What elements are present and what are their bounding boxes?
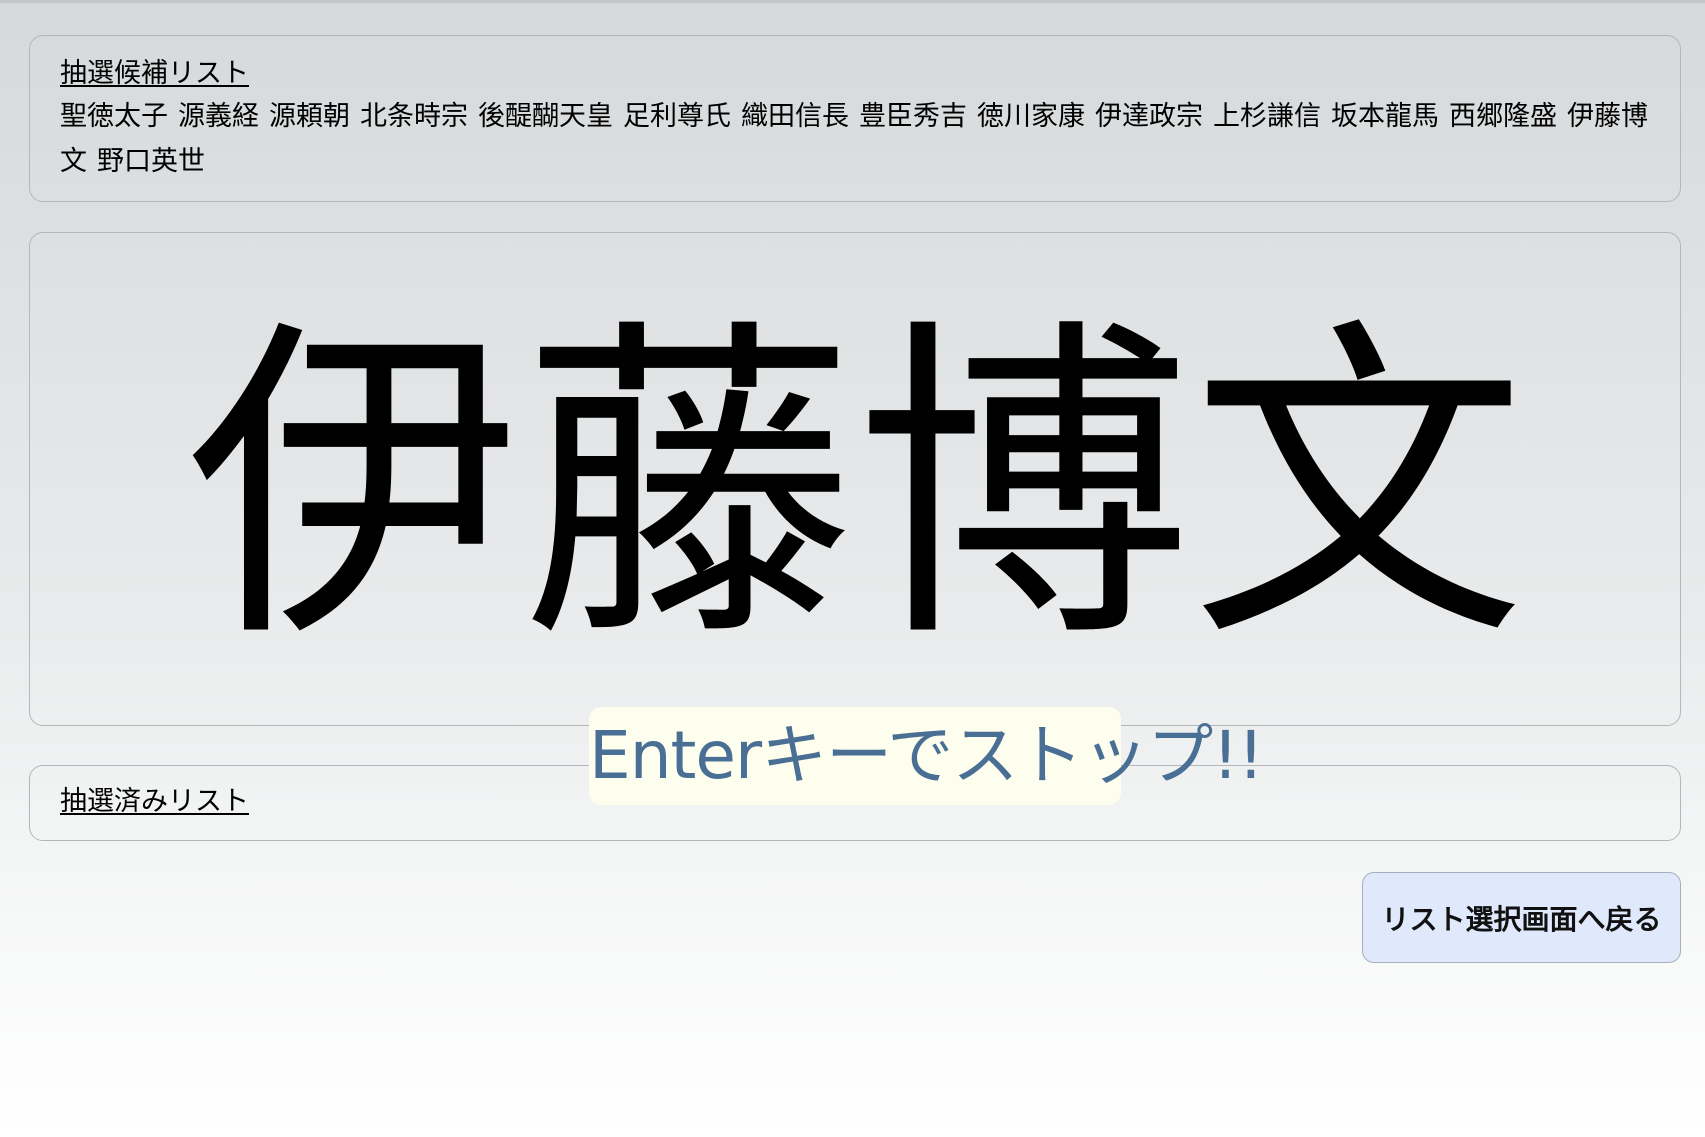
name-item: 後醍醐天皇 xyxy=(478,101,613,132)
name-item: 坂本龍馬 xyxy=(1331,101,1439,132)
name-item: 聖徳太子 xyxy=(60,101,168,132)
name-item: 上杉謙信 xyxy=(1213,101,1321,132)
name-item: 豊臣秀吉 xyxy=(859,101,967,132)
name-item: 西郷隆盛 xyxy=(1449,101,1557,132)
name-item: 織田信長 xyxy=(741,101,849,132)
name-item: 野口英世 xyxy=(97,146,205,177)
name-item: 源頼朝 xyxy=(269,101,350,132)
enter-stop-hint: Enterキーでストップ!! xyxy=(589,707,1264,805)
name-item: 足利尊氏 xyxy=(623,101,731,132)
candidate-list-heading: 抽選候補リスト xyxy=(60,58,249,89)
name-item: 北条時宗 xyxy=(360,101,468,132)
top-border xyxy=(0,0,1705,3)
current-drawn-name: 伊藤博文 xyxy=(186,292,1526,683)
candidate-name-list: 聖徳太子 源義経 源頼朝 北条時宗 後醍醐天皇 足利尊氏 織田信長 豊臣秀吉 徳川家康 伊達政宗上… xyxy=(60,94,1650,184)
name-item: 源義経 xyxy=(178,101,259,132)
name-item: 徳川家康 xyxy=(977,101,1085,132)
candidate-list-panel: 抽選候補リスト 聖徳太子 源義経 源頼朝 北条時宗 後醍醐天皇 足利尊氏 織田信長 豊臣秀吉徳… xyxy=(29,35,1681,202)
back-to-list-select-button[interactable]: リスト選択画面へ戻る xyxy=(1362,872,1681,963)
name-item: 伊達政宗 xyxy=(1095,101,1203,132)
draw-display-panel: 伊藤博文 xyxy=(29,232,1681,726)
